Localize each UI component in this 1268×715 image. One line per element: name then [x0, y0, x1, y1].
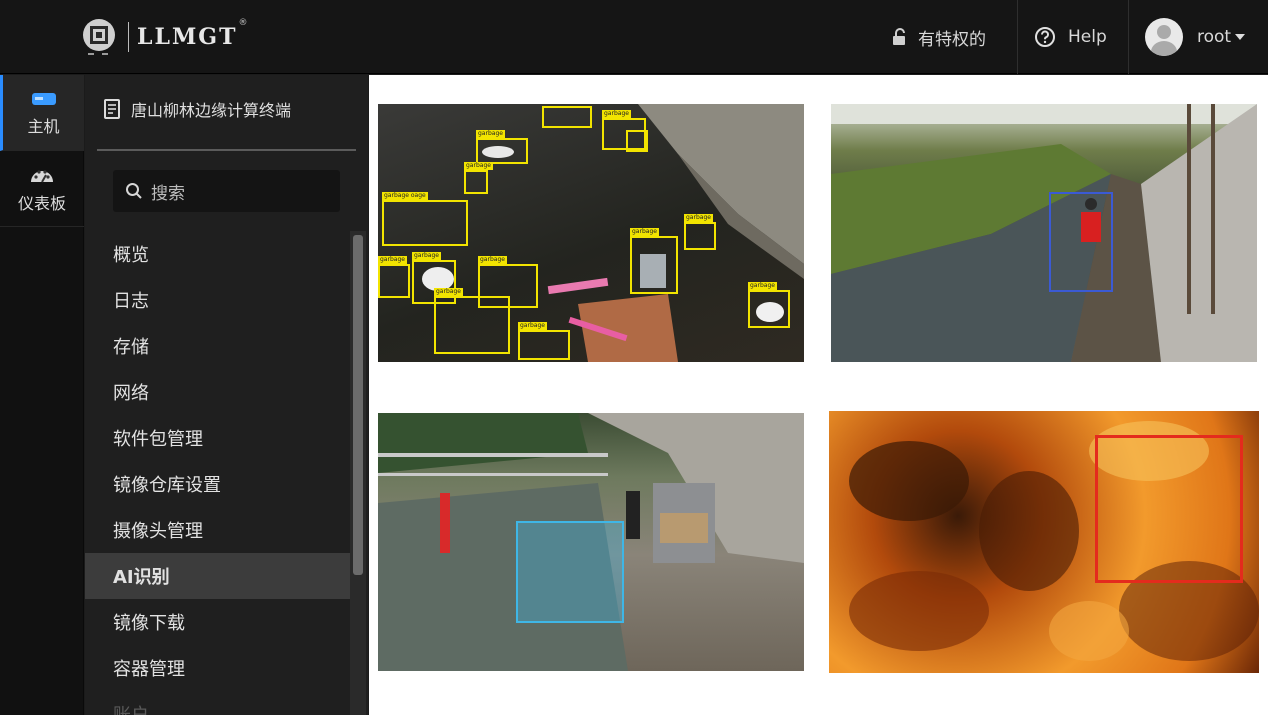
- user-name: root: [1197, 27, 1232, 47]
- rail-item-host[interactable]: 主机: [0, 75, 84, 151]
- sidebar-item-cameras[interactable]: 摄像头管理: [85, 507, 350, 553]
- avatar: [1145, 18, 1183, 56]
- sidebar-menu: 概览 日志 存储 网络 软件包管理 镜像仓库设置 摄像头管理 AI识别 镜像下载…: [85, 231, 350, 715]
- sidebar-item-overview[interactable]: 概览: [85, 231, 350, 277]
- help-button[interactable]: Help: [1017, 0, 1127, 74]
- detection-image-person[interactable]: [831, 104, 1257, 362]
- brand-separator: [128, 22, 129, 52]
- help-label: Help: [1068, 27, 1107, 47]
- sidebar-item-accounts[interactable]: 账户: [85, 691, 350, 715]
- top-bar: LLMGT ® 有特权的 Help root: [0, 0, 1268, 74]
- chevron-down-icon: [1235, 34, 1246, 40]
- sidebar: 唐山柳林边缘计算终端 搜索 概览 日志 存储 网络 软件包管理 镜像仓库设置 摄…: [85, 75, 368, 715]
- server-icon: [31, 92, 56, 105]
- brand-logo[interactable]: LLMGT ®: [78, 14, 247, 60]
- sidebar-item-packages[interactable]: 软件包管理: [85, 415, 350, 461]
- rail-item-dashboard[interactable]: 仪表板: [0, 151, 84, 227]
- sidebar-item-registry-settings[interactable]: 镜像仓库设置: [85, 461, 350, 507]
- privileged-label: 有特权的: [918, 29, 986, 50]
- privileged-toggle[interactable]: 有特权的: [890, 0, 1016, 74]
- river-scene: [831, 104, 1257, 362]
- rail-item-label: 主机: [27, 116, 60, 136]
- unlock-icon: [893, 28, 905, 45]
- sidebar-item-image-download[interactable]: 镜像下载: [85, 599, 350, 645]
- brand-name: LLMGT: [137, 24, 238, 50]
- sidebar-scrollbar-thumb[interactable]: [353, 235, 363, 575]
- detection-image-dumping[interactable]: [378, 413, 804, 671]
- help-icon: [1035, 27, 1055, 47]
- user-menu[interactable]: root: [1128, 0, 1268, 74]
- document-icon: [104, 99, 120, 119]
- left-rail: 主机 仪表板: [0, 75, 84, 715]
- rail-item-label: 仪表板: [17, 193, 66, 213]
- sidebar-item-storage[interactable]: 存储: [85, 323, 350, 369]
- search-input[interactable]: 搜索: [113, 170, 340, 212]
- brand-mark-icon: [78, 16, 120, 58]
- search-placeholder: 搜索: [151, 183, 185, 204]
- search-icon: [126, 183, 142, 199]
- detection-image-garbage[interactable]: garbage garbage garbage oage garbage gar…: [378, 104, 804, 362]
- detection-image-fire[interactable]: [829, 411, 1259, 673]
- host-title[interactable]: 唐山柳林边缘计算终端: [103, 97, 291, 121]
- gauge-icon: [31, 169, 53, 182]
- sidebar-divider: [97, 149, 356, 151]
- brand-registered-mark: ®: [238, 18, 248, 28]
- host-name: 唐山柳林边缘计算终端: [131, 101, 292, 120]
- sidebar-item-logs[interactable]: 日志: [85, 277, 350, 323]
- sidebar-item-ai-recognition[interactable]: AI识别: [85, 553, 350, 599]
- sidebar-item-network[interactable]: 网络: [85, 369, 350, 415]
- ai-results-panel: garbage garbage garbage oage garbage gar…: [369, 75, 1268, 715]
- sidebar-item-containers[interactable]: 容器管理: [85, 645, 350, 691]
